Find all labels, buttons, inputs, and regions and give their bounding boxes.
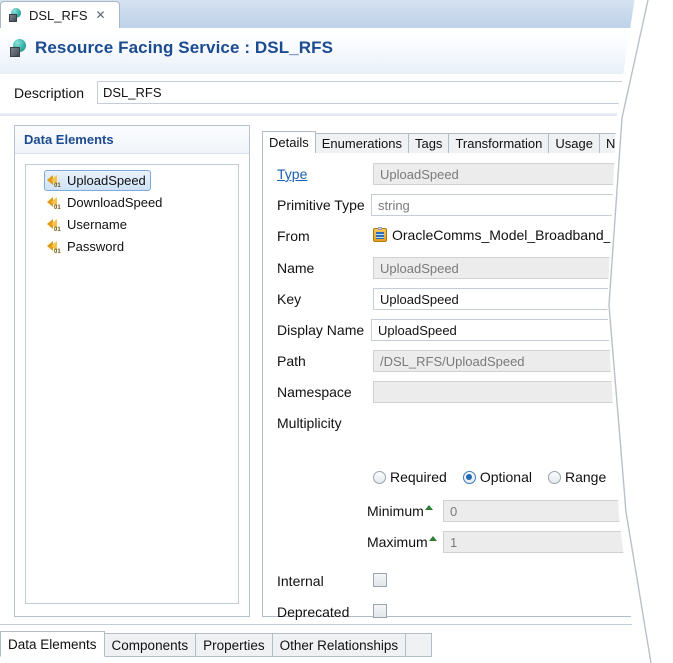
bottom-tab-components[interactable]: Components <box>104 633 197 657</box>
service-sphere-icon <box>10 39 28 57</box>
multiplicity-radio-group[interactable]: Required Optional Range <box>373 469 618 485</box>
checkbox-label: Deprecated <box>277 604 350 620</box>
editor-tab-dsl-rfs[interactable]: DSL_RFS ✕ <box>0 1 120 28</box>
bottom-tab-bar-filler <box>406 633 433 657</box>
editor-tab-label: DSL_RFS <box>29 7 88 23</box>
type-input[interactable] <box>373 163 649 185</box>
display-name-label: Display Name <box>277 322 365 338</box>
tab-enumerations[interactable]: Enumerations <box>315 133 409 154</box>
bottom-divider <box>0 624 673 625</box>
details-tab-bar[interactable]: Details Enumerations Tags Transformation Usa… <box>262 131 667 154</box>
close-icon[interactable]: ✕ <box>96 9 106 21</box>
list-item[interactable]: 01 Password <box>44 236 129 257</box>
header-divider <box>0 113 673 116</box>
bottom-tab-label: Other Relationships <box>279 637 399 653</box>
radio-button-icon[interactable] <box>373 470 386 484</box>
maximum-label: Maximum <box>367 534 437 550</box>
radio-button-icon[interactable] <box>547 470 561 484</box>
page-title: Resource Facing Service : DSL_RFS <box>35 38 334 57</box>
name-label: Name <box>277 260 315 276</box>
from-value: OracleComms_Model_Broadband_Interne <box>392 227 656 243</box>
minimum-input[interactable] <box>443 500 649 522</box>
details-pane: Details Enumerations Tags Transformation Usa… <box>262 131 667 651</box>
model-icon <box>373 227 387 242</box>
bottom-tab-label: Data Elements <box>8 636 97 652</box>
attribute-01-icon: 01 <box>47 218 62 233</box>
radio-label: Required <box>390 469 447 485</box>
radio-label: Optional <box>479 469 532 485</box>
list-item[interactable]: 01 Username <box>44 214 132 235</box>
namespace-label: Namespace <box>277 384 352 400</box>
radio-optional[interactable]: Optional <box>462 469 532 485</box>
attribute-01-icon: 01 <box>47 196 62 211</box>
tab-label: Transformation <box>455 136 543 151</box>
list-item[interactable]: 01 DownloadSpeed <box>44 192 167 213</box>
multiplicity-label: Multiplicity <box>277 415 342 431</box>
radio-required[interactable]: Required <box>373 469 447 485</box>
details-tab-content: Type Primitive Type From OracleComms_Mod… <box>262 153 662 651</box>
bottom-tab-properties[interactable]: Properties <box>196 633 273 657</box>
checkbox-label: Internal <box>277 573 324 589</box>
data-elements-list[interactable]: 01 UploadSpeed 01 DownloadSpeed 01 Username 01… <box>25 164 239 604</box>
maximum-input[interactable] <box>443 531 649 553</box>
list-item-label: DownloadSpeed <box>67 195 163 210</box>
editor-tab-strip: DSL_RFS ✕ <box>0 0 673 28</box>
path-label: Path <box>277 353 306 369</box>
tab-label: Details <box>269 135 309 150</box>
description-row: Description <box>0 74 673 116</box>
service-sphere-icon <box>9 8 23 22</box>
attribute-01-icon: 01 <box>47 174 62 189</box>
list-item[interactable]: 01 UploadSpeed <box>44 170 151 191</box>
type-link[interactable]: Type <box>277 166 307 182</box>
form-header: Resource Facing Service : DSL_RFS <box>0 28 673 75</box>
green-triangle-icon <box>428 536 437 542</box>
tab-transformation[interactable]: Transformation <box>449 133 550 154</box>
list-item-label: Username <box>67 217 127 232</box>
path-input[interactable] <box>373 350 649 372</box>
namespace-input[interactable] <box>373 381 649 403</box>
tab-label: Notes <box>605 136 640 151</box>
tab-notes[interactable]: Notes <box>599 133 647 154</box>
data-elements-group-header: Data Elements <box>15 126 249 154</box>
checkbox[interactable] <box>373 604 387 618</box>
tab-bar-filler <box>646 133 667 154</box>
bottom-tab-label: Properties <box>203 637 265 653</box>
primitive-type-input[interactable] <box>371 194 649 216</box>
tab-details[interactable]: Details <box>262 131 316 154</box>
tab-label: Tags <box>414 136 443 151</box>
bottom-tab-data-elements[interactable]: Data Elements <box>0 631 105 657</box>
primitive-type-label: Primitive Type <box>277 197 365 213</box>
tab-label: Enumerations <box>321 136 402 151</box>
list-item-label: UploadSpeed <box>67 173 146 188</box>
radio-button-icon[interactable] <box>462 470 476 484</box>
name-input[interactable] <box>373 257 649 279</box>
checkbox[interactable] <box>373 573 387 587</box>
key-label: Key <box>277 291 302 307</box>
description-label: Description <box>14 85 85 101</box>
list-item-label: Password <box>67 239 125 254</box>
bottom-tab-bar[interactable]: Data Elements Components Properties Other R… <box>0 631 433 657</box>
bottom-tab-label: Components <box>111 637 189 653</box>
tab-usage[interactable]: Usage <box>549 133 600 154</box>
radio-range[interactable]: Range <box>547 469 607 485</box>
tab-tags[interactable]: Tags <box>408 133 450 154</box>
green-triangle-icon <box>424 505 433 511</box>
key-input[interactable] <box>373 288 649 310</box>
display-name-input[interactable] <box>371 319 649 341</box>
from-label: From <box>277 228 310 244</box>
tab-label: Usage <box>555 136 593 151</box>
attribute-01-icon: 01 <box>47 240 62 255</box>
description-input[interactable] <box>97 81 667 104</box>
bottom-tab-other-relationships[interactable]: Other Relationships <box>272 633 407 657</box>
minimum-label: Minimum <box>367 503 433 519</box>
data-elements-group: Data Elements 01 UploadSpeed 01 DownloadSpe… <box>14 125 250 617</box>
data-elements-group-title: Data Elements <box>24 132 114 147</box>
radio-label: Range <box>564 469 607 485</box>
editor-window: DSL_RFS ✕ Resource Facing Service : DSL_… <box>0 0 673 663</box>
from-value-wrapper: OracleComms_Model_Broadband_Interne <box>373 227 655 243</box>
